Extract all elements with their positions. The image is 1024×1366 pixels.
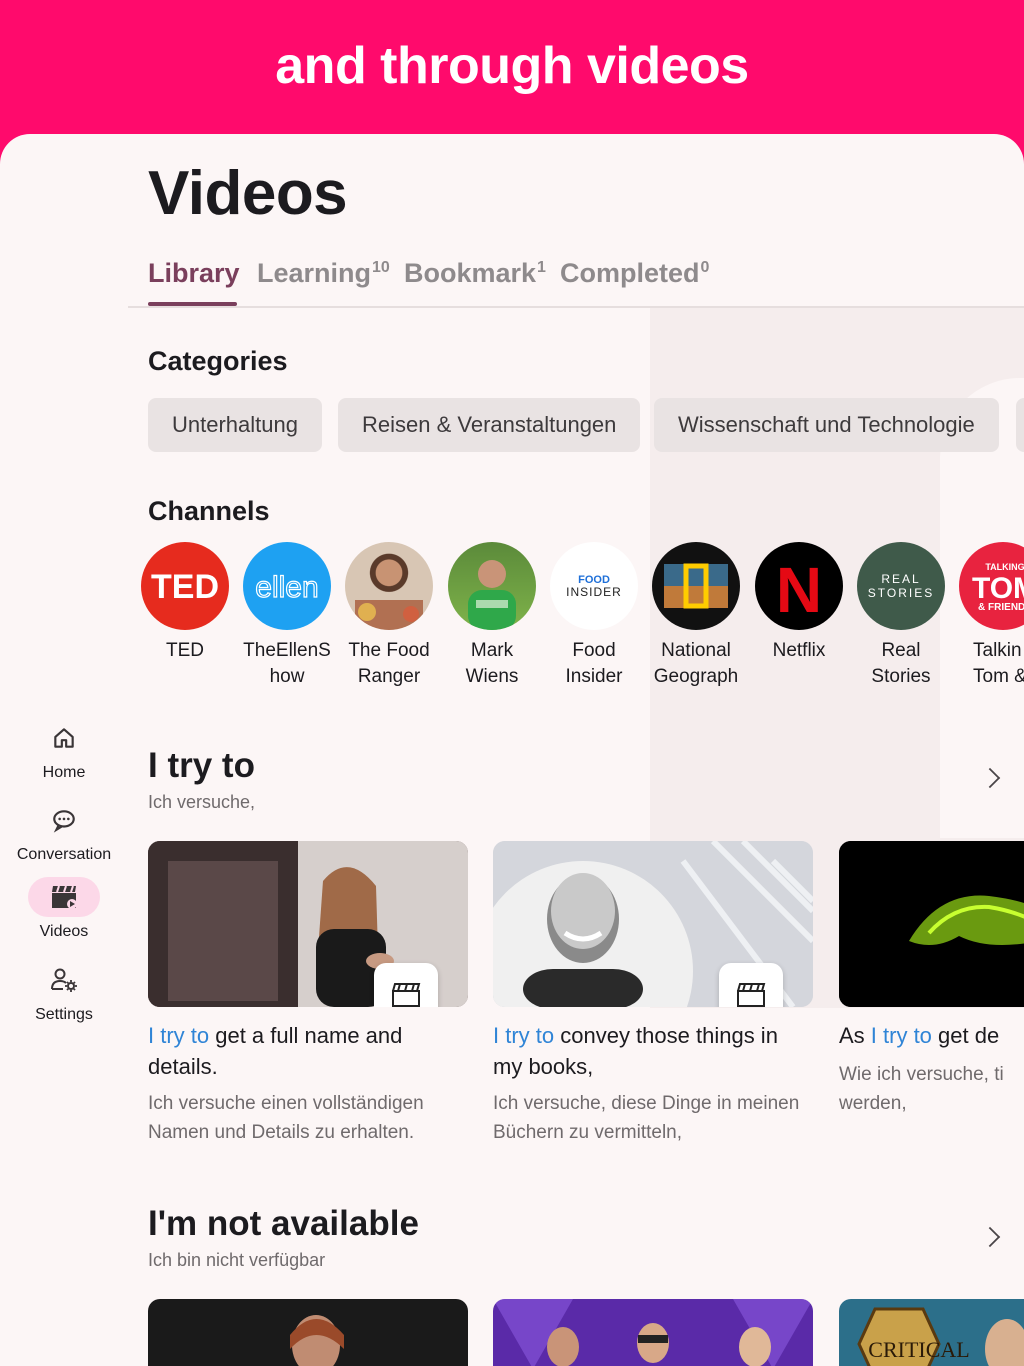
- category-chip[interactable]: Unterhaltung: [148, 398, 322, 452]
- library-tabs: Library Learning10 Bookmark1 Completed0: [128, 252, 1024, 308]
- categories-heading: Categories: [148, 346, 288, 376]
- active-tab-indicator: [148, 302, 237, 306]
- video-thumbnail[interactable]: [839, 841, 1024, 1007]
- channels-heading: Channels: [148, 496, 270, 526]
- channel-netflix[interactable]: N Netflix: [749, 542, 849, 664]
- video-thumbnail[interactable]: CRITICAL: [839, 1299, 1024, 1366]
- home-icon: [28, 718, 100, 758]
- channel-avatar: FOOD INSIDER: [550, 542, 638, 630]
- clapperboard-icon[interactable]: [719, 963, 783, 1007]
- channel-talking-tom[interactable]: TALKINGTOM& FRIENDS TalkinTom &: [953, 542, 1024, 690]
- tab-count: 0: [700, 259, 710, 276]
- video-title[interactable]: I try to convey those things in my books…: [493, 1020, 813, 1082]
- user-settings-icon: [28, 960, 100, 1000]
- main-sheet: Videos Library Learning10 Bookmark1 Comp…: [0, 134, 1024, 1366]
- channel-logo-text: N: [776, 554, 822, 626]
- row-title: I try to: [148, 746, 255, 785]
- svg-text:REAL: REAL: [881, 572, 920, 586]
- clapperboard-icon: [28, 877, 100, 917]
- channel-name: Mark Wiens: [465, 640, 519, 687]
- category-chip[interactable]: Wissenschaft und Technologie: [654, 398, 999, 452]
- video-thumbnail[interactable]: [493, 841, 813, 1007]
- chat-bubble-icon: [28, 800, 100, 840]
- video-title[interactable]: As I try to get de: [839, 1020, 1024, 1051]
- tab-bookmark[interactable]: Bookmark1: [404, 258, 546, 289]
- channel-mark-wiens[interactable]: Mark Wiens: [442, 542, 542, 690]
- channel-national-geographic[interactable]: National Geograph: [646, 542, 746, 690]
- video-translation: Ich versuche einen vollständigen Namen u…: [148, 1093, 424, 1143]
- svg-text:TALKING: TALKING: [985, 562, 1024, 572]
- row-subtitle: Ich bin nicht verfügbar: [148, 1250, 326, 1270]
- channel-food-insider[interactable]: FOOD INSIDER Food Insider: [544, 542, 644, 690]
- nav-home[interactable]: Home: [0, 718, 128, 782]
- video-thumbnail[interactable]: [493, 1299, 813, 1366]
- channel-logo-text: TED: [151, 568, 219, 606]
- video-translation: Ich versuche, diese Dinge in meinen Büch…: [493, 1093, 800, 1143]
- channel-avatar: N: [755, 542, 843, 630]
- nav-label: Videos: [39, 923, 89, 940]
- video-thumbnail[interactable]: [148, 841, 468, 1007]
- tab-library[interactable]: Library: [148, 258, 240, 289]
- category-chip[interactable]: [1016, 398, 1024, 452]
- nav-videos[interactable]: Videos: [0, 877, 128, 941]
- banner-text: and through videos: [275, 37, 749, 95]
- svg-text:TOM: TOM: [972, 572, 1024, 605]
- channel-name: TED: [166, 640, 204, 661]
- row-title: I'm not available: [148, 1204, 419, 1243]
- video-translation: Wie ich versuche, ti werden,: [839, 1064, 1004, 1114]
- channel-name: Talkin Tom &: [973, 640, 1024, 687]
- promo-banner: and through videos: [0, 0, 1024, 140]
- channel-avatar: ellen: [243, 542, 331, 630]
- channel-name: Netflix: [772, 640, 826, 661]
- channel-avatar: [345, 542, 433, 630]
- svg-text:STORIES: STORIES: [868, 586, 934, 600]
- nav-label: Home: [42, 764, 86, 781]
- tab-count: 10: [372, 259, 390, 276]
- tab-count: 1: [537, 259, 546, 276]
- channel-ellen[interactable]: ellen TheEllenS how: [237, 542, 337, 690]
- page-title: Videos: [148, 159, 348, 228]
- video-title[interactable]: I try to get a full name and details.: [148, 1020, 468, 1082]
- tab-completed[interactable]: Completed0: [560, 258, 709, 289]
- channel-avatar: [652, 542, 740, 630]
- channel-name: Real Stories: [871, 640, 931, 687]
- nav-conversation[interactable]: Conversation: [0, 800, 128, 864]
- chevron-right-icon[interactable]: [979, 1226, 1001, 1248]
- channel-name: Food Insider: [565, 640, 623, 687]
- nav-label: Conversation: [16, 846, 112, 863]
- clapperboard-icon[interactable]: [374, 963, 438, 1007]
- channel-avatar: [448, 542, 536, 630]
- nav-label: Settings: [35, 1006, 93, 1023]
- channel-logo-text: ellen: [255, 571, 318, 604]
- category-chip[interactable]: Reisen & Veranstaltungen: [338, 398, 641, 452]
- thumbnail-logo-text: CRITICAL: [868, 1337, 969, 1362]
- channel-avatar: TED: [141, 542, 229, 630]
- channel-real-stories[interactable]: REAL STORIES Real Stories: [851, 542, 951, 690]
- channel-name: TheEllenS how: [243, 640, 331, 687]
- channel-name: The Food Ranger: [348, 640, 430, 687]
- tab-learning[interactable]: Learning10: [257, 258, 390, 289]
- nav-settings[interactable]: Settings: [0, 960, 128, 1024]
- channel-avatar: TALKINGTOM& FRIENDS: [959, 542, 1024, 630]
- channel-avatar: REAL STORIES: [857, 542, 945, 630]
- video-thumbnail[interactable]: [148, 1299, 468, 1366]
- svg-text:& FRIENDS: & FRIENDS: [978, 602, 1024, 613]
- channel-ted[interactable]: TED TED: [135, 542, 235, 664]
- channel-name: National Geograph: [653, 640, 739, 687]
- svg-text:INSIDER: INSIDER: [566, 585, 622, 599]
- channel-food-ranger[interactable]: The Food Ranger: [339, 542, 439, 690]
- row-subtitle: Ich versuche,: [148, 792, 256, 812]
